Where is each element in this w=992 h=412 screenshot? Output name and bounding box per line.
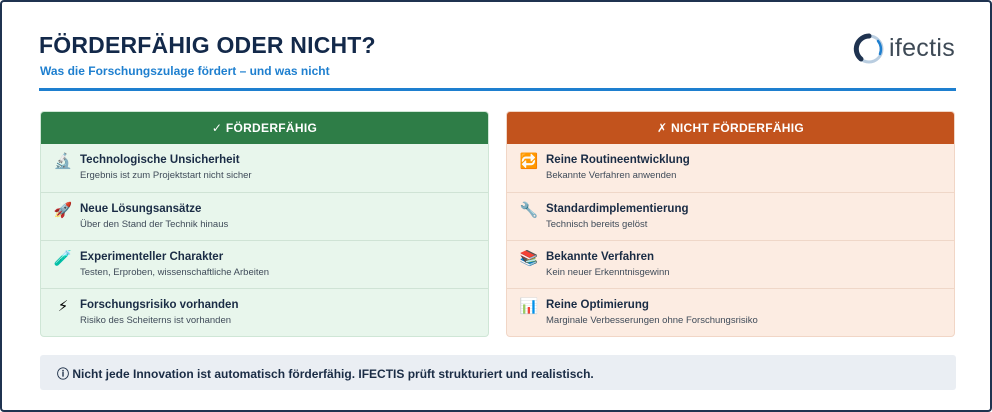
logo-ring-icon <box>853 33 884 64</box>
not-eligible-panel: ✗ NICHT FÖRDERFÄHIG 🔁 Reine Routineentwi… <box>506 111 955 337</box>
item-title: Bekannte Verfahren <box>546 251 655 263</box>
info-note-text: ⓘ Nicht jede Innovation ist automatisch … <box>57 367 594 381</box>
item-subtitle: Über den Stand der Technik hinaus <box>80 219 229 230</box>
eligible-item-research-risk: ⚡ Forschungsrisiko vorhanden Risiko des … <box>41 288 488 336</box>
item-subtitle: Technisch bereits gelöst <box>546 219 648 230</box>
info-note: ⓘ Nicht jede Innovation ist automatisch … <box>40 355 956 390</box>
test-tube-icon: 🧪 <box>53 250 73 267</box>
not-eligible-panel-header: ✗ NICHT FÖRDERFÄHIG <box>507 112 954 144</box>
item-subtitle: Kein neuer Erkenntnisgewinn <box>546 267 670 278</box>
eligible-panel: ✓ FÖRDERFÄHIG 🔬 Technologische Unsicherh… <box>40 111 489 337</box>
item-title: Neue Lösungsansätze <box>80 203 202 215</box>
item-subtitle: Risiko des Scheiterns ist vorhanden <box>80 315 232 326</box>
eligible-panel-header: ✓ FÖRDERFÄHIG <box>41 112 488 144</box>
header-divider <box>39 88 956 91</box>
not-eligible-item-known-methods: 📚 Bekannte Verfahren Kein neuer Erkenntn… <box>507 240 954 288</box>
logo-text: ifectis <box>889 34 956 62</box>
eligible-item-technological-uncertainty: 🔬 Technologische Unsicherheit Ergebnis i… <box>41 144 488 192</box>
eligible-item-new-approaches: 🚀 Neue Lösungsansätze Über den Stand der… <box>41 192 488 240</box>
item-subtitle: Ergebnis ist zum Projektstart nicht sich… <box>80 170 252 181</box>
page-title: FÖRDERFÄHIG ODER NICHT? <box>39 32 376 58</box>
bar-chart-icon: 📊 <box>519 298 539 315</box>
item-title: Experimenteller Charakter <box>80 251 224 263</box>
item-subtitle: Marginale Verbesserungen ohne Forschungs… <box>546 315 758 326</box>
not-eligible-item-optimization: 📊 Reine Optimierung Marginale Verbesseru… <box>507 288 954 336</box>
not-eligible-item-standard-implementation: 🔧 Standardimplementierung Technisch bere… <box>507 192 954 240</box>
lightning-icon: ⚡ <box>57 298 69 315</box>
not-eligible-item-routine-development: 🔁 Reine Routineentwicklung Bekannte Verf… <box>507 144 954 192</box>
page-subtitle: Was die Forschungszulage fördert – und w… <box>40 64 330 78</box>
item-title: Forschungsrisiko vorhanden <box>80 299 239 311</box>
eligible-item-experimental-character: 🧪 Experimenteller Charakter Testen, Erpr… <box>41 240 488 288</box>
slide-frame: FÖRDERFÄHIG ODER NICHT? Was die Forschun… <box>0 0 992 412</box>
item-subtitle: Testen, Erproben, wissenschaftliche Arbe… <box>80 267 270 278</box>
item-title: Reine Optimierung <box>546 299 649 311</box>
books-icon: 📚 <box>519 250 539 267</box>
item-subtitle: Bekannte Verfahren anwenden <box>546 170 677 181</box>
rocket-icon: 🚀 <box>53 202 73 219</box>
ifectis-logo: ifectis <box>852 32 962 66</box>
repeat-icon: 🔁 <box>519 153 539 170</box>
microscope-icon: 🔬 <box>53 153 73 170</box>
item-title: Technologische Unsicherheit <box>80 154 240 166</box>
item-title: Reine Routineentwicklung <box>546 154 690 166</box>
wrench-icon: 🔧 <box>519 202 539 219</box>
item-title: Standardimplementierung <box>546 203 689 215</box>
